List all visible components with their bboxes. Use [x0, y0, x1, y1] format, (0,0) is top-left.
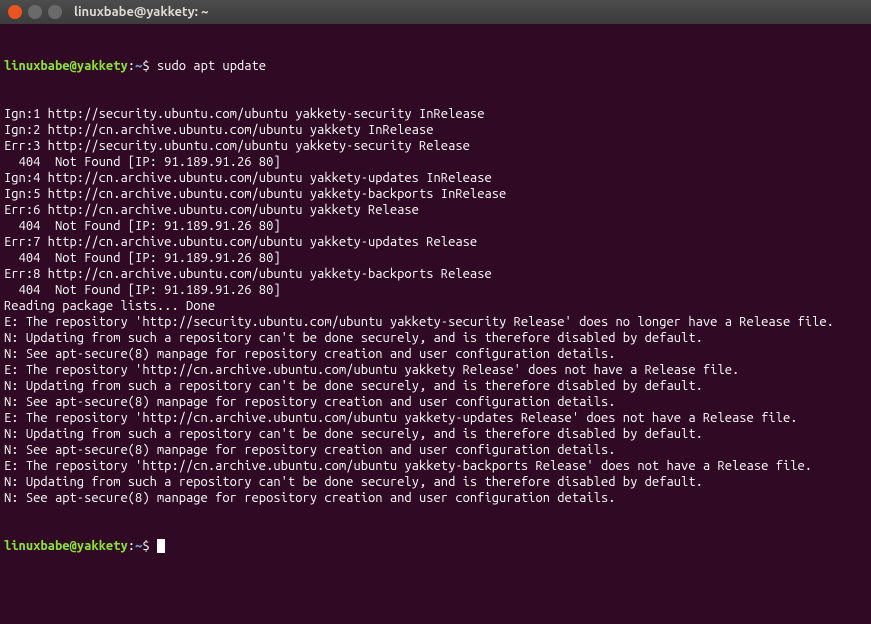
output-line: Ign:4 http://cn.archive.ubuntu.com/ubunt… [4, 170, 867, 186]
prompt-separator: : [128, 539, 135, 553]
prompt-user-host: linuxbabe@yakkety [4, 59, 128, 73]
output-line: E: The repository 'http://cn.archive.ubu… [4, 362, 867, 378]
output-line: 404 Not Found [IP: 91.189.91.26 80] [4, 282, 867, 298]
output-line: N: Updating from such a repository can't… [4, 474, 867, 490]
cursor-block [157, 539, 165, 553]
command-line: linuxbabe@yakkety:~$ sudo apt update [4, 58, 867, 74]
window-title: linuxbabe@yakkety: ~ [74, 4, 208, 20]
output-line: N: See apt-secure(8) manpage for reposit… [4, 346, 867, 362]
output-line: N: Updating from such a repository can't… [4, 426, 867, 442]
output-line: Err:8 http://cn.archive.ubuntu.com/ubunt… [4, 266, 867, 282]
prompt-symbol: $ [142, 59, 149, 73]
output-line: 404 Not Found [IP: 91.189.91.26 80] [4, 154, 867, 170]
ready-prompt-line: linuxbabe@yakkety:~$ [4, 538, 867, 554]
window-titlebar: linuxbabe@yakkety: ~ [0, 0, 871, 24]
prompt-symbol: $ [142, 539, 149, 553]
output-line: Err:7 http://cn.archive.ubuntu.com/ubunt… [4, 234, 867, 250]
output-line: N: Updating from such a repository can't… [4, 330, 867, 346]
output-line: Reading package lists... Done [4, 298, 867, 314]
output-line: N: See apt-secure(8) manpage for reposit… [4, 490, 867, 506]
output-line: E: The repository 'http://security.ubunt… [4, 314, 867, 330]
prompt-separator: : [128, 59, 135, 73]
output-line: N: Updating from such a repository can't… [4, 378, 867, 394]
terminal-output: Ign:1 http://security.ubuntu.com/ubuntu … [4, 106, 867, 506]
output-line: E: The repository 'http://cn.archive.ubu… [4, 458, 867, 474]
output-line: 404 Not Found [IP: 91.189.91.26 80] [4, 250, 867, 266]
terminal-area[interactable]: linuxbabe@yakkety:~$ sudo apt update Ign… [0, 24, 871, 572]
minimize-icon[interactable] [28, 5, 42, 19]
output-line: Ign:2 http://cn.archive.ubuntu.com/ubunt… [4, 122, 867, 138]
maximize-icon[interactable] [48, 5, 62, 19]
output-line: N: See apt-secure(8) manpage for reposit… [4, 394, 867, 410]
prompt-user-host: linuxbabe@yakkety [4, 539, 128, 553]
output-line: N: See apt-secure(8) manpage for reposit… [4, 442, 867, 458]
output-line: Err:3 http://security.ubuntu.com/ubuntu … [4, 138, 867, 154]
output-line: E: The repository 'http://cn.archive.ubu… [4, 410, 867, 426]
typed-command: sudo apt update [157, 59, 266, 73]
output-line: Err:6 http://cn.archive.ubuntu.com/ubunt… [4, 202, 867, 218]
output-line: 404 Not Found [IP: 91.189.91.26 80] [4, 218, 867, 234]
close-icon[interactable] [8, 5, 22, 19]
output-line: Ign:5 http://cn.archive.ubuntu.com/ubunt… [4, 186, 867, 202]
output-line: Ign:1 http://security.ubuntu.com/ubuntu … [4, 106, 867, 122]
